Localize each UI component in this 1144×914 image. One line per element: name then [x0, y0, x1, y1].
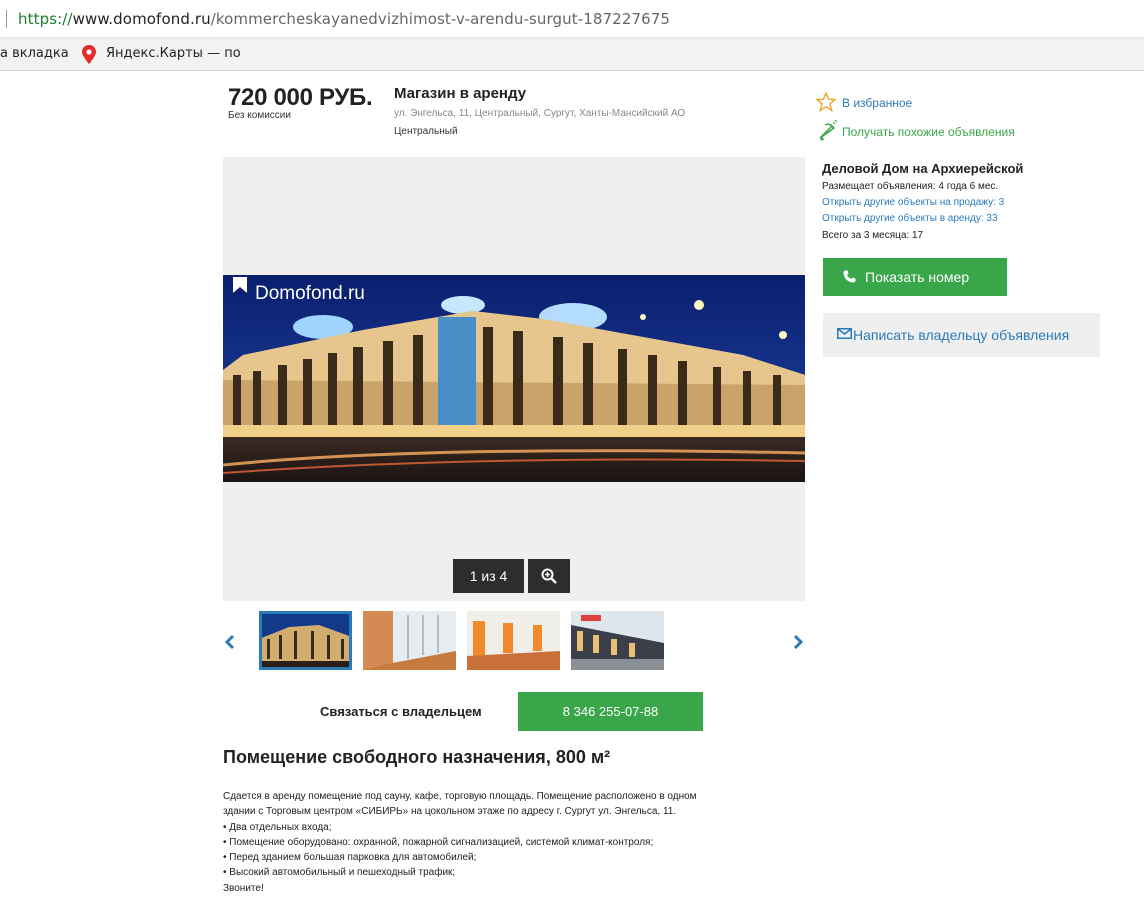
url-path: /kommercheskayanedvizhimost-v-arendu-sur…: [210, 10, 671, 28]
bell-icon: [819, 120, 838, 141]
thumbnail-street-image: [571, 611, 664, 670]
description-line: • Два отдельных входа;: [223, 821, 332, 833]
chevron-right-icon[interactable]: [790, 630, 806, 654]
address-bar-divider: [6, 10, 7, 28]
photo-watermark: Domofond.ru: [255, 283, 365, 304]
write-owner-button[interactable]: Написать владельцу объявления: [823, 313, 1100, 357]
photo-counter: 1 из 4: [453, 559, 524, 593]
phone-number-button[interactable]: 8 346 255-07-88: [518, 692, 703, 731]
zoom-button[interactable]: [528, 559, 570, 593]
main-photo[interactable]: Domofond.ru: [223, 275, 805, 482]
description-title: Помещение свободного назначения, 800 м²: [223, 747, 611, 767]
show-number-label: Показать номер: [865, 269, 970, 285]
show-number-button[interactable]: Показать номер: [823, 258, 1007, 296]
thumbnail-4[interactable]: [571, 611, 664, 670]
thumbnail-hall-image: [467, 611, 560, 670]
envelope-icon: [837, 328, 852, 339]
listing-address: ул. Энгельса, 11, Центральный, Сургут, Х…: [394, 108, 686, 119]
description-line: здании с Торговым центром «СИБИРЬ» на цо…: [223, 806, 677, 818]
listing-district: Центральный: [394, 126, 458, 137]
agent-sale-link[interactable]: Открыть другие объекты на продажу: 3: [822, 197, 1004, 208]
thumbnail-1[interactable]: [259, 611, 352, 670]
description-text: Сдается в аренду помещение под сауну, ка…: [223, 789, 813, 896]
domofond-logo-icon: [233, 277, 247, 293]
url-text[interactable]: https://www.domofond.ru/kommercheskayane…: [18, 10, 670, 28]
phone-icon: [843, 270, 856, 283]
bookmark-yandex-maps[interactable]: Яндекс.Карты — по: [106, 46, 241, 61]
bookmark-new-tab[interactable]: а вкладка: [0, 46, 69, 61]
contact-owner-label: Связаться с владельцем: [320, 704, 482, 719]
zoom-in-icon: [541, 568, 557, 584]
thumbnail-building-image: [259, 611, 352, 670]
thumbnail-interior-image: [363, 611, 456, 670]
write-owner-label: Написать владельцу объявления: [853, 327, 1070, 343]
thumbnail-3[interactable]: [467, 611, 560, 670]
listing-title: Магазин в аренду: [394, 85, 527, 102]
description-line: • Помещение оборудовано: охранной, пожар…: [223, 836, 654, 848]
agent-name: Деловой Дом на Архиерейской: [822, 161, 1024, 176]
yandex-maps-pin-icon: [82, 45, 96, 64]
description-line: • Перед зданием большая парковка для авт…: [223, 852, 477, 864]
listing-price: 720 000 РУБ.: [228, 84, 373, 111]
description-line: • Высокий автомобильный и пешеходный тра…: [223, 867, 456, 879]
browser-address-bar[interactable]: https://www.domofond.ru/kommercheskayane…: [0, 0, 1144, 38]
building-photo: [223, 275, 805, 482]
agent-since: Размещает объявления: 4 года 6 мес.: [822, 181, 999, 192]
chevron-left-icon[interactable]: [222, 630, 238, 654]
price-note: Без комиссии: [228, 110, 291, 121]
thumbnail-2[interactable]: [363, 611, 456, 670]
favorite-label: В избранное: [842, 96, 913, 110]
similar-ads-label: Получать похожие объявления: [842, 125, 1015, 139]
url-host: www.domofond.ru: [72, 10, 211, 28]
photo-gallery: Domofond.ru 1 из 4: [223, 157, 805, 601]
bookmarks-bar: а вкладка Яндекс.Карты — по: [0, 38, 1144, 71]
star-icon: [816, 92, 836, 112]
agent-total: Всего за 3 месяца: 17: [822, 230, 924, 241]
description-line: Сдается в аренду помещение под сауну, ка…: [223, 791, 697, 802]
url-scheme: https://: [18, 10, 73, 28]
agent-rent-link[interactable]: Открыть другие объекты в аренду: 33: [822, 213, 998, 224]
description-line: Звоните!: [223, 882, 264, 894]
